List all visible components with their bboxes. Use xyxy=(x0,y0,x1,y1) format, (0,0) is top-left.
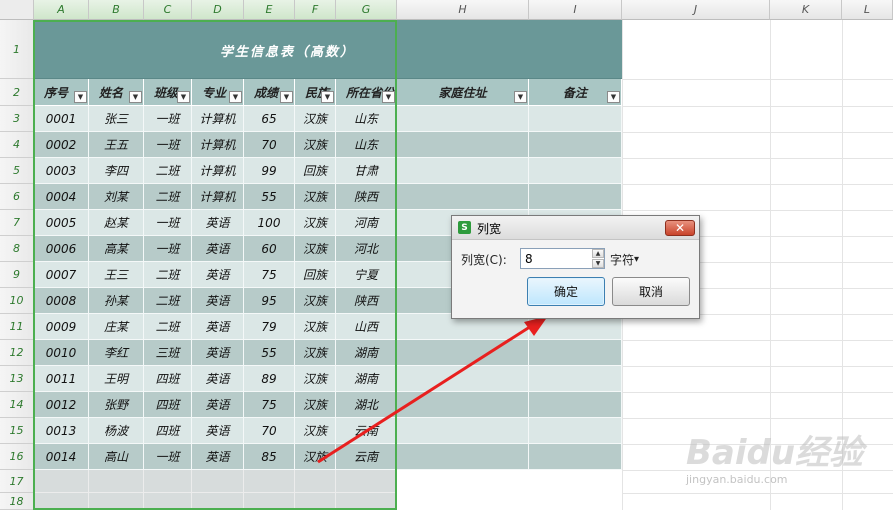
close-button[interactable]: ✕ xyxy=(665,220,695,236)
chevron-down-icon: ▾ xyxy=(634,253,640,265)
arrow-line xyxy=(317,321,537,464)
baidu-watermark-url: jingyan.baidu.com xyxy=(686,472,788,486)
unit-dropdown[interactable]: 字符 ▾ xyxy=(610,250,639,268)
column-width-dialog: S 列宽 ✕ 列宽(C): ▲ ▼ 字符▾ 确定 取消 xyxy=(451,215,700,319)
unit-label: 字符 xyxy=(610,252,635,267)
spin-down-button[interactable]: ▼ xyxy=(592,259,604,268)
dialog-title: 列宽 xyxy=(477,221,502,236)
baidu-watermark-logo: Baidu经验 xyxy=(686,432,864,473)
arrow-head xyxy=(524,316,548,336)
column-width-spinner: ▲ ▼ xyxy=(592,249,604,268)
cancel-button[interactable]: 取消 xyxy=(612,277,690,306)
close-icon: ✕ xyxy=(674,221,686,235)
wps-icon: S xyxy=(458,221,471,234)
spin-up-button[interactable]: ▲ xyxy=(592,249,604,258)
column-width-label: 列宽(C): xyxy=(461,252,507,267)
ok-button[interactable]: 确定 xyxy=(527,277,605,306)
